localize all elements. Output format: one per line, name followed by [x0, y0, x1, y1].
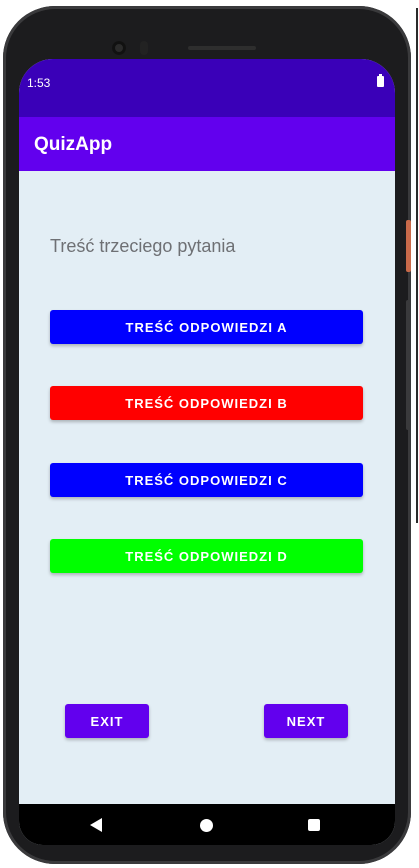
answer-a-button[interactable]: TREŚĆ ODPOWIEDZI A	[50, 310, 363, 344]
answer-b-button[interactable]: TREŚĆ ODPOWIEDZI B	[50, 386, 363, 420]
app-title: QuizApp	[34, 134, 113, 155]
earpiece-speaker	[188, 46, 256, 50]
device-edge-line	[416, 8, 418, 523]
device-screen: 1:53 QuizApp Treść trzeciego pytania TRE…	[19, 59, 395, 845]
sensor-icon	[140, 41, 148, 55]
answer-d-button[interactable]: TREŚĆ ODPOWIEDZI D	[50, 539, 363, 573]
status-bar: 1:53	[19, 59, 395, 117]
power-button[interactable]	[406, 220, 411, 272]
front-camera-icon	[112, 41, 126, 55]
system-navigation-bar	[19, 804, 395, 845]
home-icon[interactable]	[200, 819, 213, 832]
status-time: 1:53	[27, 76, 51, 90]
exit-button[interactable]: EXIT	[65, 704, 149, 738]
app-bar: QuizApp	[19, 117, 395, 171]
recents-icon[interactable]	[308, 819, 320, 831]
battery-icon	[377, 74, 384, 87]
volume-button[interactable]	[406, 300, 411, 430]
back-icon[interactable]	[90, 818, 102, 832]
next-button[interactable]: NEXT	[264, 704, 348, 738]
question-text: Treść trzeciego pytania	[50, 236, 236, 256]
answer-c-button[interactable]: TREŚĆ ODPOWIEDZI C	[50, 463, 363, 497]
